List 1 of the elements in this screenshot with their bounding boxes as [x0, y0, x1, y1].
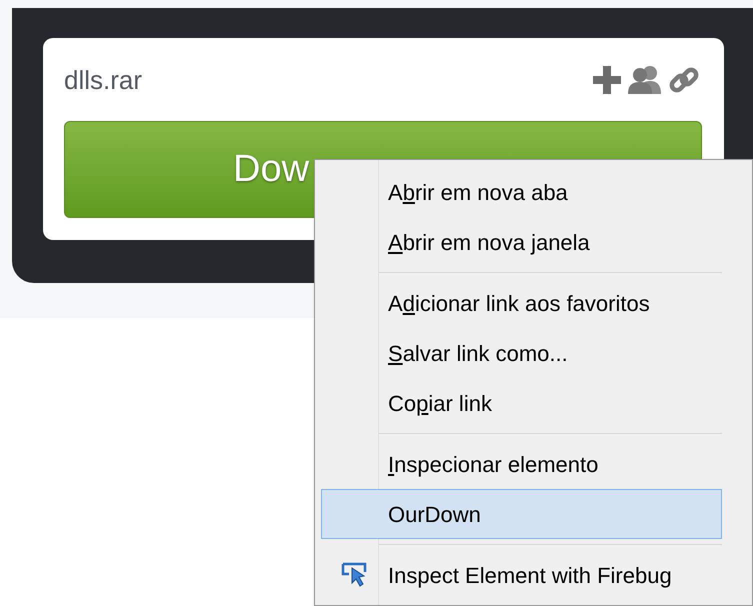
file-name: dlls.rar	[64, 64, 142, 96]
